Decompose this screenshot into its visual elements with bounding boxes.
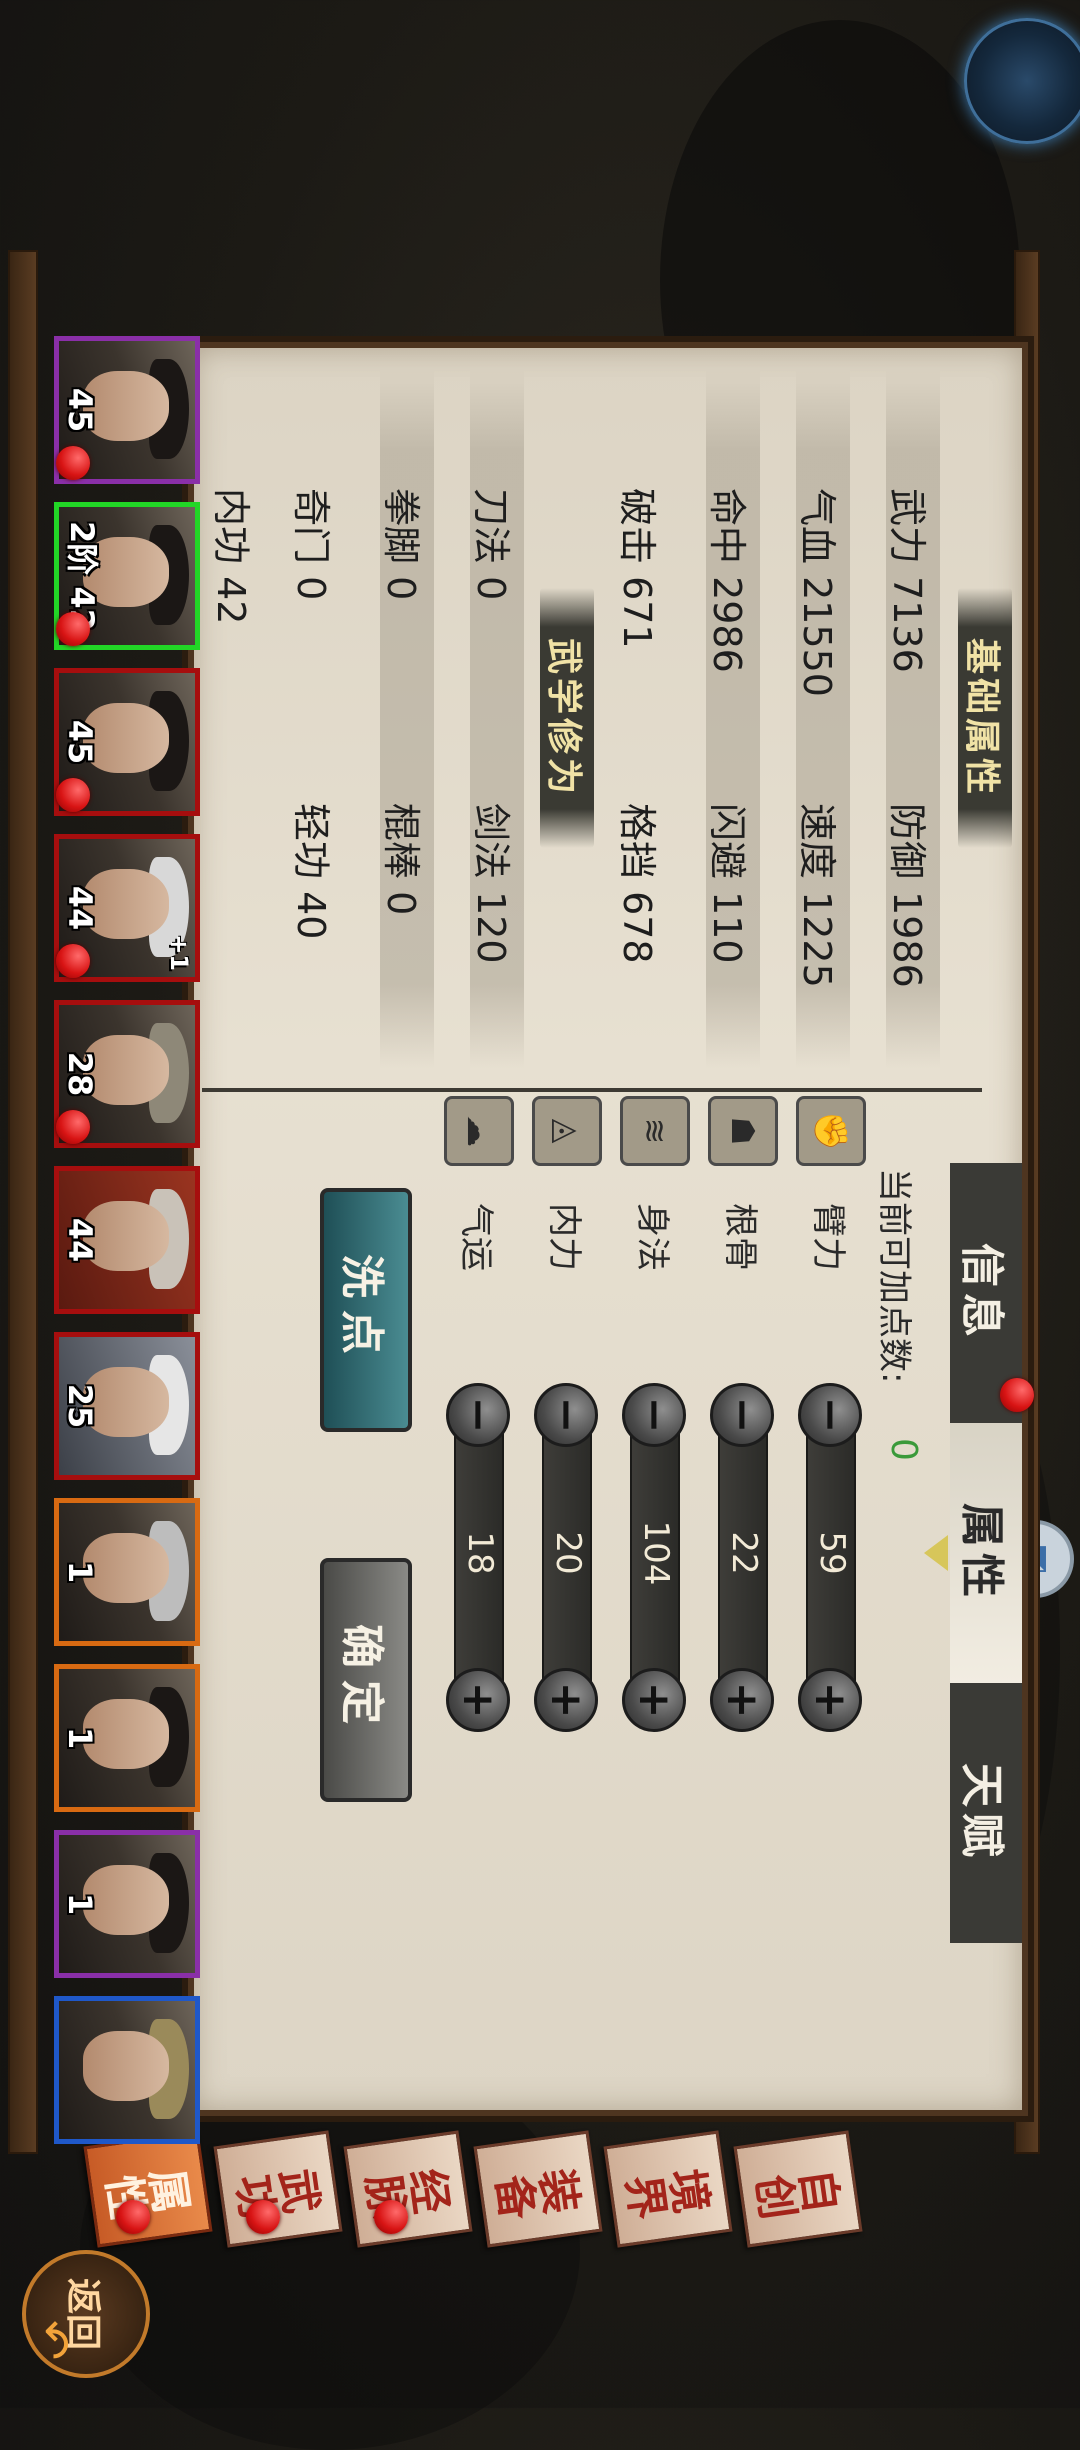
- back-arrow-icon: ↶: [24, 2320, 80, 2361]
- menu-realm[interactable]: 境界: [603, 2130, 733, 2248]
- stat-inner-kungfu: 内功 42: [209, 488, 253, 625]
- minus-button-movement[interactable]: −: [622, 1383, 686, 1447]
- available-points-value: 0: [883, 1438, 924, 1461]
- minus-button-luck[interactable]: −: [446, 1383, 510, 1447]
- character-portrait[interactable]: 25: [54, 1332, 200, 1480]
- stat-block: 格挡 678: [615, 803, 659, 964]
- character-roster: 45 2阶 42 45 +1 44 28 44 25 1 1 1: [30, 300, 200, 2160]
- stat-exotic: 奇门 0: [289, 488, 333, 601]
- character-portrait[interactable]: 1: [54, 1830, 200, 1978]
- stat-band: [380, 368, 434, 1068]
- menu-meridians[interactable]: 经脉: [343, 2130, 473, 2248]
- confirm-label: 确定: [336, 1624, 387, 1736]
- minus-button-arm[interactable]: −: [798, 1383, 862, 1447]
- attribute-panel: 信息 属性 天赋 当前可加点数: 0 ✊ 臂力 − 59 + ☗ 根骨 − 22…: [188, 342, 1034, 2116]
- menu-attributes-dot: [116, 2200, 150, 2234]
- stat-staff: 棍棒 0: [379, 803, 423, 916]
- point-value-arm: 59: [812, 1531, 852, 1575]
- menu-kungfu[interactable]: 武功: [213, 2130, 343, 2248]
- point-label-bone: 根骨: [720, 1203, 760, 1271]
- tab-attributes[interactable]: 属性: [950, 1423, 1022, 1683]
- point-label-arm: 臂力: [808, 1203, 848, 1271]
- character-rank-badge: +1: [165, 934, 193, 971]
- tab-info-notification-dot: [1000, 1378, 1034, 1412]
- tab-attributes-label: 属性: [956, 1503, 1007, 1603]
- plus-button-movement[interactable]: +: [622, 1668, 686, 1732]
- stat-speed: 速度 1225: [795, 803, 839, 988]
- point-label-movement: 身法: [632, 1203, 672, 1271]
- tab-info-label: 信息: [956, 1243, 1007, 1343]
- stat-sword: 剑法 120: [469, 803, 513, 964]
- stat-hit: 命中 2986: [705, 488, 749, 673]
- movement-icon: ≋: [620, 1096, 690, 1166]
- martial-cultivation-header: 武学修为: [540, 588, 594, 848]
- plus-button-bone[interactable]: +: [710, 1668, 774, 1732]
- stat-fist: 拳脚 0: [379, 488, 423, 601]
- character-alert-dot: [56, 612, 90, 646]
- minus-button-bone[interactable]: −: [710, 1383, 774, 1447]
- character-alert-dot: [56, 778, 90, 812]
- menu-meridians-dot: [374, 2200, 408, 2234]
- available-points-label: 当前可加点数:: [874, 1168, 914, 1384]
- point-value-bone: 22: [724, 1531, 764, 1575]
- plus-button-luck[interactable]: +: [446, 1668, 510, 1732]
- portal-orb-icon[interactable]: [964, 18, 1080, 144]
- reset-points-button[interactable]: 洗点: [320, 1188, 412, 1432]
- character-alert-dot: [56, 446, 90, 480]
- character-portrait[interactable]: 1: [54, 1498, 200, 1646]
- character-level: 1: [61, 1892, 99, 1916]
- luck-icon: ☁: [444, 1096, 514, 1166]
- menu-equipment[interactable]: 装备: [473, 2130, 603, 2248]
- basic-attributes-title: 基础属性: [961, 637, 1002, 798]
- stat-defense: 防御 1986: [885, 803, 929, 988]
- martial-cultivation-title: 武学修为: [543, 637, 584, 798]
- basic-attributes-header: 基础属性: [958, 588, 1012, 848]
- tab-talent[interactable]: 天赋: [950, 1683, 1022, 1943]
- menu-create[interactable]: 自创: [733, 2130, 863, 2248]
- bone-icon: ☗: [708, 1096, 778, 1166]
- point-value-inner-power: 20: [548, 1531, 588, 1575]
- point-label-luck: 气运: [456, 1203, 496, 1271]
- menu-equipment-label: 装备: [490, 2158, 586, 2221]
- reset-points-label: 洗点: [336, 1254, 387, 1366]
- minus-button-inner-power[interactable]: −: [534, 1383, 598, 1447]
- confirm-button[interactable]: 确定: [320, 1558, 412, 1802]
- character-level: 1: [61, 1726, 99, 1750]
- game-stage: ◩ 信息 属性 天赋 当前可加点数: 0 ✊ 臂力 − 59 + ☗ 根骨 − …: [0, 0, 1080, 2450]
- character-portrait[interactable]: [54, 1996, 200, 2144]
- stat-lightness: 轻功 40: [289, 803, 333, 940]
- stat-force: 武力 7136: [885, 488, 929, 673]
- menu-kungfu-dot: [246, 2200, 280, 2234]
- point-value-movement: 104: [636, 1520, 676, 1586]
- character-alert-dot: [56, 944, 90, 978]
- point-label-inner-power: 内力: [544, 1203, 584, 1271]
- plus-button-arm[interactable]: +: [798, 1668, 862, 1732]
- stat-hp: 气血 21550: [795, 488, 839, 697]
- menu-realm-label: 境界: [620, 2158, 716, 2221]
- character-face: [83, 2031, 169, 2101]
- character-level: 1: [61, 1560, 99, 1584]
- stat-break: 破击 671: [615, 488, 659, 649]
- panel-divider: [202, 1088, 982, 1092]
- character-level: 44: [61, 1217, 99, 1263]
- point-value-luck: 18: [460, 1531, 500, 1575]
- character-portrait[interactable]: 1: [54, 1664, 200, 1812]
- plus-button-inner-power[interactable]: +: [534, 1668, 598, 1732]
- inner-power-icon: ◬: [532, 1096, 602, 1166]
- tab-talent-label: 天赋: [956, 1763, 1007, 1863]
- character-level: 25: [61, 1383, 99, 1429]
- character-alert-dot: [56, 1110, 90, 1144]
- arm-icon: ✊: [796, 1096, 866, 1166]
- character-portrait[interactable]: 44: [54, 1166, 200, 1314]
- menu-create-label: 自创: [750, 2158, 846, 2221]
- stat-dodge: 闪避 110: [705, 803, 749, 964]
- stat-saber: 刀法 0: [469, 488, 513, 601]
